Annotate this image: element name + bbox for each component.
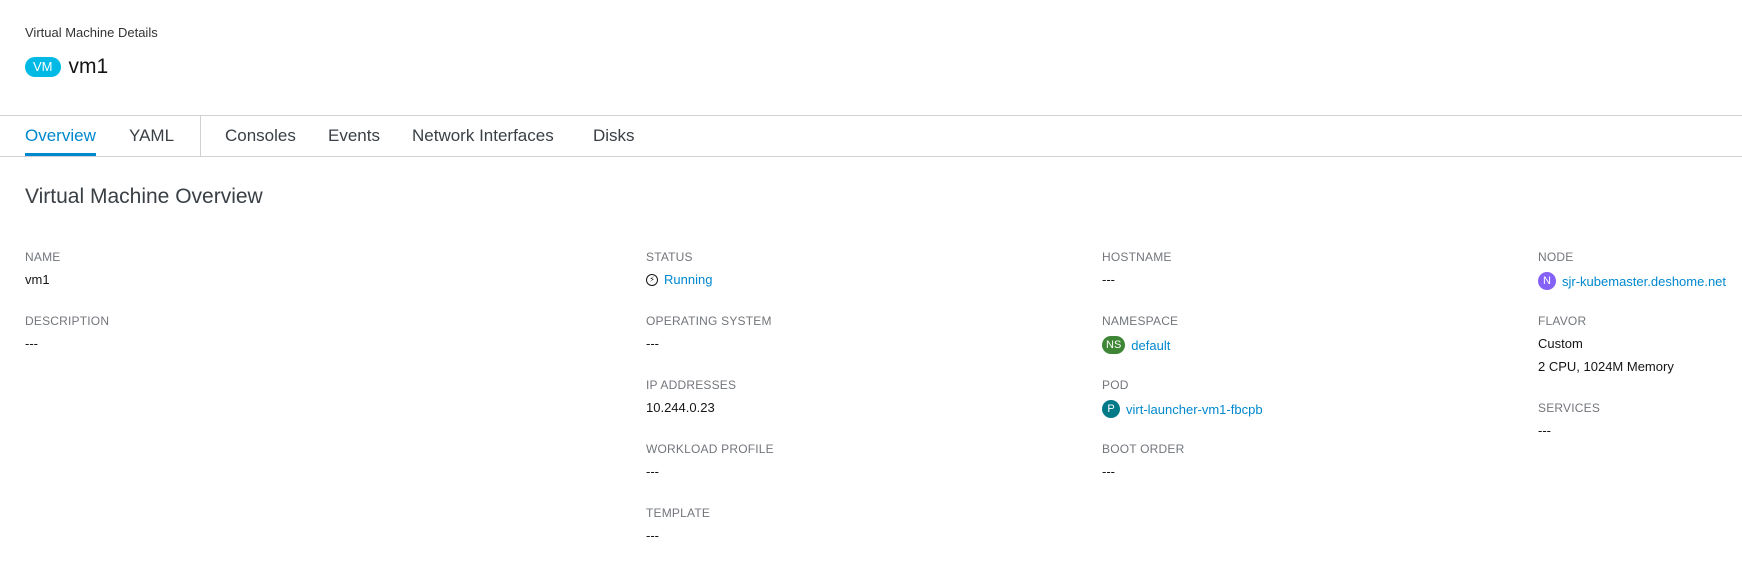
tab-divider <box>200 116 201 156</box>
namespace-field: NAMESPACE NS default <box>1102 314 1178 354</box>
status-link[interactable]: Running <box>664 272 712 287</box>
tab-disks[interactable]: Disks <box>593 116 635 156</box>
flavor-value: Custom <box>1538 336 1583 351</box>
pod-label: POD <box>1102 378 1129 392</box>
template-value: --- <box>646 528 659 543</box>
namespace-label: NAMESPACE <box>1102 314 1179 328</box>
ip-addresses-field: IP ADDRESSES 10.244.0.23 <box>646 378 736 415</box>
template-field: TEMPLATE --- <box>646 506 710 543</box>
boot-order-value: --- <box>1102 464 1115 479</box>
services-field: SERVICES --- <box>1538 401 1600 438</box>
boot-order-field: BOOT ORDER --- <box>1102 442 1184 479</box>
operating-system-field: OPERATING SYSTEM --- <box>646 314 772 351</box>
flavor-detail: 2 CPU, 1024M Memory <box>1538 359 1674 374</box>
status-label: STATUS <box>646 250 693 264</box>
overview-section-title: Virtual Machine Overview <box>25 185 263 208</box>
pod-badge-icon: P <box>1102 400 1120 418</box>
flavor-label: FLAVOR <box>1538 314 1587 328</box>
services-label: SERVICES <box>1538 401 1601 415</box>
breadcrumb: Virtual Machine Details <box>25 25 158 40</box>
ip-addresses-value: 10.244.0.23 <box>646 400 715 415</box>
node-value: N sjr-kubemaster.deshome.net <box>1538 272 1726 290</box>
status-field: STATUS ⚡ Running <box>646 250 712 287</box>
page-title: VM vm1 <box>25 55 108 79</box>
workload-profile-field: WORKLOAD PROFILE --- <box>646 442 774 479</box>
name-label: NAME <box>25 250 61 264</box>
description-value: --- <box>25 336 38 351</box>
operating-system-value: --- <box>646 336 659 351</box>
namespace-badge-icon: NS <box>1102 336 1126 354</box>
tab-overview[interactable]: Overview <box>25 116 96 156</box>
status-value: ⚡ Running <box>646 272 712 287</box>
tab-consoles[interactable]: Consoles <box>225 116 296 156</box>
tab-bar: Overview YAML Consoles Events Network In… <box>0 115 1742 157</box>
node-label: NODE <box>1538 250 1574 264</box>
page-header: Virtual Machine Details VM vm1 <box>0 0 1742 115</box>
node-badge-icon: N <box>1538 272 1556 290</box>
tab-network-interfaces[interactable]: Network Interfaces <box>412 116 554 156</box>
template-label: TEMPLATE <box>646 506 711 520</box>
name-field: NAME vm1 <box>25 250 60 287</box>
workload-profile-value: --- <box>646 464 659 479</box>
boot-order-label: BOOT ORDER <box>1102 442 1185 456</box>
node-field: NODE N sjr-kubemaster.deshome.net <box>1538 250 1726 290</box>
name-value: vm1 <box>25 272 50 287</box>
description-label: DESCRIPTION <box>25 314 110 328</box>
tab-events[interactable]: Events <box>328 116 380 156</box>
vm-name-title: vm1 <box>68 55 109 78</box>
pod-field: POD P virt-launcher-vm1-fbcpb <box>1102 378 1263 418</box>
workload-profile-label: WORKLOAD PROFILE <box>646 442 774 456</box>
operating-system-label: OPERATING SYSTEM <box>646 314 772 328</box>
pod-link[interactable]: virt-launcher-vm1-fbcpb <box>1126 402 1263 417</box>
flavor-field: FLAVOR Custom 2 CPU, 1024M Memory <box>1538 314 1674 374</box>
hostname-field: HOSTNAME --- <box>1102 250 1172 287</box>
hostname-value: --- <box>1102 272 1115 287</box>
description-field: DESCRIPTION --- <box>25 314 109 351</box>
namespace-value: NS default <box>1102 336 1178 354</box>
services-value: --- <box>1538 423 1551 438</box>
pod-value: P virt-launcher-vm1-fbcpb <box>1102 400 1263 418</box>
hostname-label: HOSTNAME <box>1102 250 1172 264</box>
vm-resource-badge: VM <box>25 57 61 77</box>
tab-yaml[interactable]: YAML <box>129 116 174 156</box>
namespace-link[interactable]: default <box>1131 338 1170 353</box>
running-status-icon: ⚡ <box>646 273 658 286</box>
ip-addresses-label: IP ADDRESSES <box>646 378 737 392</box>
node-link[interactable]: sjr-kubemaster.deshome.net <box>1562 274 1726 289</box>
